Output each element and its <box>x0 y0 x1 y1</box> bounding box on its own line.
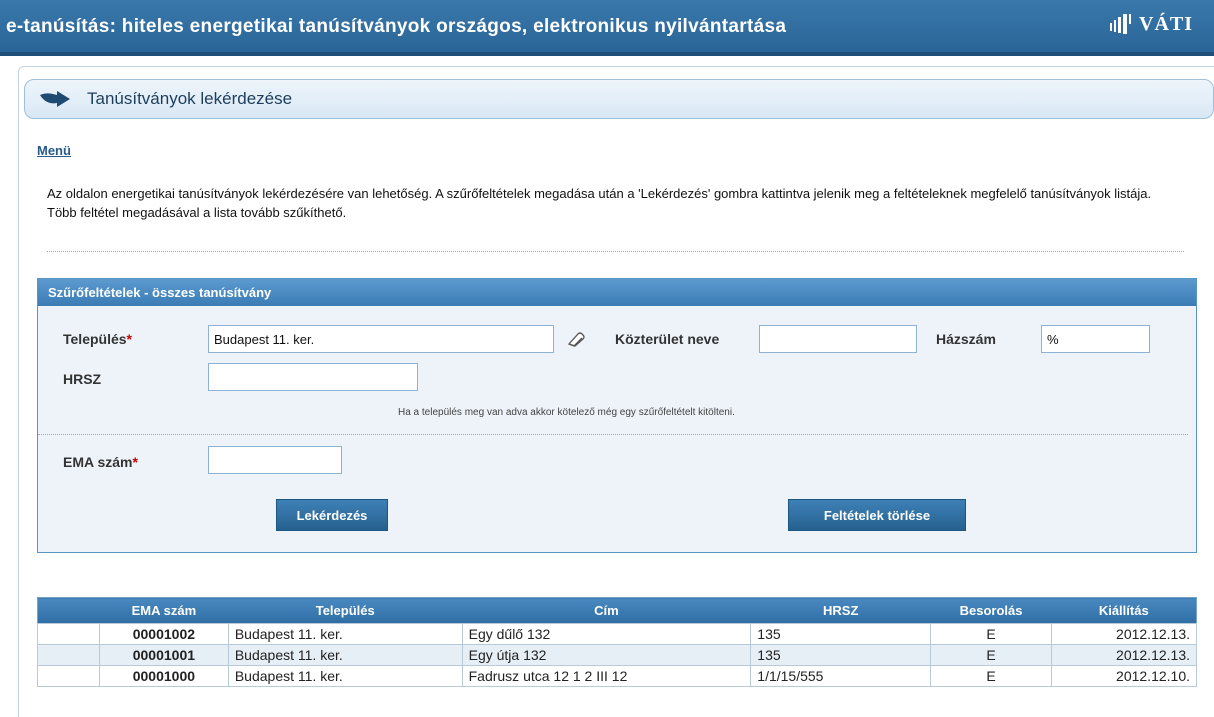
telepules-label-text: Település <box>63 331 127 347</box>
app-title: e-tanúsítás: hiteles energetikai tanúsít… <box>6 16 787 37</box>
column-header-telepules[interactable]: Település <box>228 597 463 624</box>
cim-cell: Egy dűlő 132 <box>461 623 752 645</box>
kozterulet-label: Közterület neve <box>615 331 720 347</box>
telepules-cell: Budapest 11. ker. <box>227 644 463 666</box>
ema-input[interactable] <box>208 446 342 474</box>
row-spacer-cell <box>37 644 100 666</box>
hazszam-input[interactable] <box>1041 325 1150 353</box>
ema-cell[interactable]: 00001001 <box>98 644 229 666</box>
filter-panel-title: Szűrőfeltételek - összes tanúsítvány <box>38 279 1196 306</box>
filter-separator <box>38 434 1188 435</box>
query-button[interactable]: Lekérdezés <box>276 499 388 531</box>
required-mark: * <box>132 454 138 470</box>
ema-cell[interactable]: 00001000 <box>98 665 229 687</box>
filter-panel: Szűrőfeltételek - összes tanúsítvány Tel… <box>37 278 1197 553</box>
top-bar-divider <box>0 52 1214 56</box>
column-header <box>37 597 100 624</box>
vati-logo: VÁTI <box>1110 13 1193 39</box>
besorolas-cell: E <box>930 623 1053 645</box>
results-header-row: EMA szám Település Cím HRSZ Besorolás Ki… <box>37 597 1197 624</box>
telepules-input[interactable] <box>208 325 554 353</box>
eraser-icon[interactable] <box>566 331 586 347</box>
kozterulet-input[interactable] <box>759 325 917 353</box>
arrow-right-icon <box>40 91 70 107</box>
row-spacer-cell <box>37 665 100 687</box>
hrsz-cell: 135 <box>750 623 932 645</box>
clear-filters-button[interactable]: Feltételek törlése <box>788 499 966 531</box>
cim-cell: Fadrusz utca 12 1 2 III 12 <box>461 665 752 687</box>
kiallitas-cell: 2012.12.13. <box>1051 623 1197 645</box>
kiallitas-cell: 2012.12.13. <box>1051 644 1197 666</box>
results-table: EMA szám Település Cím HRSZ Besorolás Ki… <box>37 597 1197 687</box>
column-header-cim[interactable]: Cím <box>462 597 751 624</box>
row-spacer-cell <box>37 623 100 645</box>
telepules-label: Település* <box>63 331 132 347</box>
table-row[interactable]: 00001002 Budapest 11. ker. Egy dűlő 132 … <box>37 623 1197 645</box>
ema-label-text: EMA szám <box>63 454 133 470</box>
cim-cell: Egy útja 132 <box>461 644 752 666</box>
required-mark: * <box>126 331 132 347</box>
vati-logo-icon <box>1110 13 1131 34</box>
telepules-cell: Budapest 11. ker. <box>227 665 463 687</box>
column-header-besorolas[interactable]: Besorolás <box>930 597 1052 624</box>
hrsz-cell: 1/1/15/555 <box>750 665 932 687</box>
page-title: Tanúsítványok lekérdezése <box>87 89 293 108</box>
hrsz-label: HRSZ <box>63 371 102 387</box>
kiallitas-cell: 2012.12.10. <box>1051 665 1197 687</box>
column-header-ema[interactable]: EMA szám <box>99 597 229 624</box>
separator <box>47 251 1184 252</box>
besorolas-cell: E <box>930 644 1053 666</box>
page-header: Tanúsítványok lekérdezése <box>24 79 1214 119</box>
column-header-hrsz[interactable]: HRSZ <box>750 597 931 624</box>
besorolas-cell: E <box>930 665 1053 687</box>
ema-label: EMA szám* <box>63 454 138 470</box>
intro-text: Az oldalon energetikai tanúsítványok lek… <box>47 186 1152 220</box>
hrsz-input[interactable] <box>208 363 418 391</box>
hazszam-label: Házszám <box>936 331 996 347</box>
logo-text: VÁTI <box>1139 13 1194 35</box>
table-row[interactable]: 00001000 Budapest 11. ker. Fadrusz utca … <box>37 665 1197 687</box>
top-bar: e-tanúsítás: hiteles energetikai tanúsít… <box>0 0 1214 57</box>
menu-link[interactable]: Menü <box>37 143 71 158</box>
telepules-cell: Budapest 11. ker. <box>227 623 463 645</box>
table-row[interactable]: 00001001 Budapest 11. ker. Egy útja 132 … <box>37 644 1197 666</box>
column-header-kiallitas[interactable]: Kiállítás <box>1051 597 1197 624</box>
ema-cell[interactable]: 00001002 <box>98 623 229 645</box>
filter-hint: Ha a település meg van adva akkor kötele… <box>398 407 735 418</box>
hrsz-cell: 135 <box>750 644 932 666</box>
